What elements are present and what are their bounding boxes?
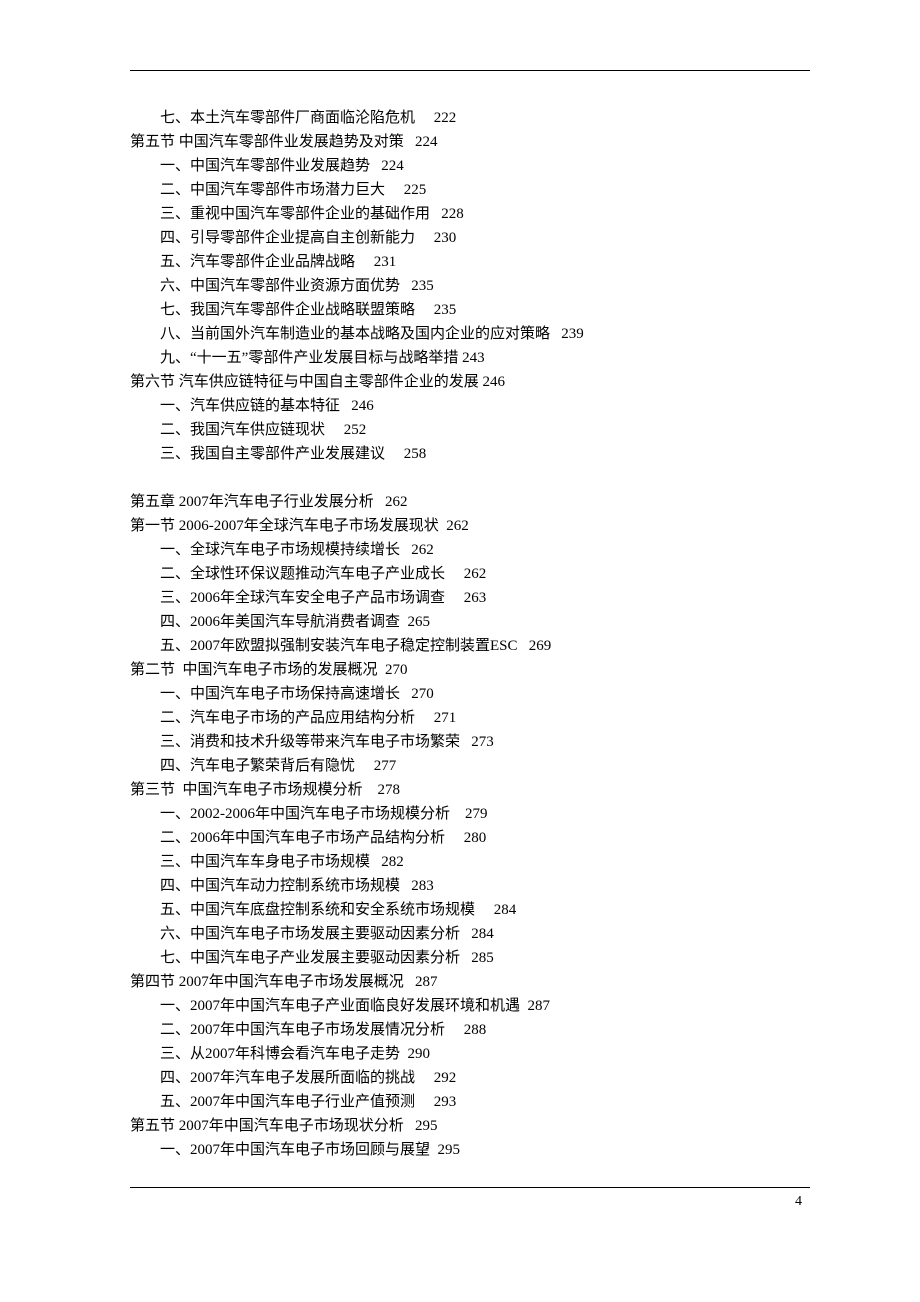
toc-entry: 八、当前国外汽车制造业的基本战略及国内企业的应对策略 239 xyxy=(130,322,810,346)
toc-entry: 第二节 中国汽车电子市场的发展概况 270 xyxy=(130,658,810,682)
toc-entry: 二、2006年中国汽车电子市场产品结构分析 280 xyxy=(130,826,810,850)
toc-entry: 一、中国汽车零部件业发展趋势 224 xyxy=(130,154,810,178)
toc-entry: 二、2007年中国汽车电子市场发展情况分析 288 xyxy=(130,1018,810,1042)
toc-entry: 五、中国汽车底盘控制系统和安全系统市场规模 284 xyxy=(130,898,810,922)
toc-entry: 四、引导零部件企业提高自主创新能力 230 xyxy=(130,226,810,250)
toc-entry: 第六节 汽车供应链特征与中国自主零部件企业的发展 246 xyxy=(130,370,810,394)
toc-entry: 三、从2007年科博会看汽车电子走势 290 xyxy=(130,1042,810,1066)
toc-entry: 五、汽车零部件企业品牌战略 231 xyxy=(130,250,810,274)
toc-entry: 三、中国汽车车身电子市场规模 282 xyxy=(130,850,810,874)
toc-entry: 五、2007年中国汽车电子行业产值预测 293 xyxy=(130,1090,810,1114)
page-number: 4 xyxy=(130,1194,810,1210)
toc-entry: 六、中国汽车零部件业资源方面优势 235 xyxy=(130,274,810,298)
document-page: 七、本土汽车零部件厂商面临沦陷危机 222第五节 中国汽车零部件业发展趋势及对策… xyxy=(0,0,920,1270)
toc-entry: 第五节 2007年中国汽车电子市场现状分析 295 xyxy=(130,1114,810,1138)
toc-entry: 一、全球汽车电子市场规模持续增长 262 xyxy=(130,538,810,562)
toc-entry: 二、我国汽车供应链现状 252 xyxy=(130,418,810,442)
header-rule xyxy=(130,70,810,71)
toc-entry: 一、中国汽车电子市场保持高速增长 270 xyxy=(130,682,810,706)
toc-entry: 一、汽车供应链的基本特征 246 xyxy=(130,394,810,418)
blank-line xyxy=(130,466,810,490)
toc-entry: 三、消费和技术升级等带来汽车电子市场繁荣 273 xyxy=(130,730,810,754)
toc-entry: 二、中国汽车零部件市场潜力巨大 225 xyxy=(130,178,810,202)
toc-entry: 一、2002-2006年中国汽车电子市场规模分析 279 xyxy=(130,802,810,826)
toc-entry: 九、“十一五”零部件产业发展目标与战略举措 243 xyxy=(130,346,810,370)
toc-entry: 七、我国汽车零部件企业战略联盟策略 235 xyxy=(130,298,810,322)
toc-entry: 第五章 2007年汽车电子行业发展分析 262 xyxy=(130,490,810,514)
toc-entry: 三、2006年全球汽车安全电子产品市场调查 263 xyxy=(130,586,810,610)
toc-entry: 四、中国汽车动力控制系统市场规模 283 xyxy=(130,874,810,898)
toc-entry: 三、我国自主零部件产业发展建议 258 xyxy=(130,442,810,466)
toc-entry: 七、中国汽车电子产业发展主要驱动因素分析 285 xyxy=(130,946,810,970)
footer-rule xyxy=(130,1187,810,1188)
toc-entry: 四、汽车电子繁荣背后有隐忧 277 xyxy=(130,754,810,778)
toc-entry: 二、全球性环保议题推动汽车电子产业成长 262 xyxy=(130,562,810,586)
toc-entry: 七、本土汽车零部件厂商面临沦陷危机 222 xyxy=(130,106,810,130)
toc-entry: 一、2007年中国汽车电子产业面临良好发展环境和机遇 287 xyxy=(130,994,810,1018)
toc-entry: 第五节 中国汽车零部件业发展趋势及对策 224 xyxy=(130,130,810,154)
toc-entry: 四、2007年汽车电子发展所面临的挑战 292 xyxy=(130,1066,810,1090)
toc-entry: 三、重视中国汽车零部件企业的基础作用 228 xyxy=(130,202,810,226)
toc-entry: 五、2007年欧盟拟强制安装汽车电子稳定控制装置ESC 269 xyxy=(130,634,810,658)
toc-entry: 四、2006年美国汽车导航消费者调查 265 xyxy=(130,610,810,634)
toc-content: 七、本土汽车零部件厂商面临沦陷危机 222第五节 中国汽车零部件业发展趋势及对策… xyxy=(130,106,810,1162)
toc-entry: 第一节 2006-2007年全球汽车电子市场发展现状 262 xyxy=(130,514,810,538)
toc-entry: 第三节 中国汽车电子市场规模分析 278 xyxy=(130,778,810,802)
toc-entry: 第四节 2007年中国汽车电子市场发展概况 287 xyxy=(130,970,810,994)
toc-entry: 六、中国汽车电子市场发展主要驱动因素分析 284 xyxy=(130,922,810,946)
toc-entry: 二、汽车电子市场的产品应用结构分析 271 xyxy=(130,706,810,730)
toc-entry: 一、2007年中国汽车电子市场回顾与展望 295 xyxy=(130,1138,810,1162)
